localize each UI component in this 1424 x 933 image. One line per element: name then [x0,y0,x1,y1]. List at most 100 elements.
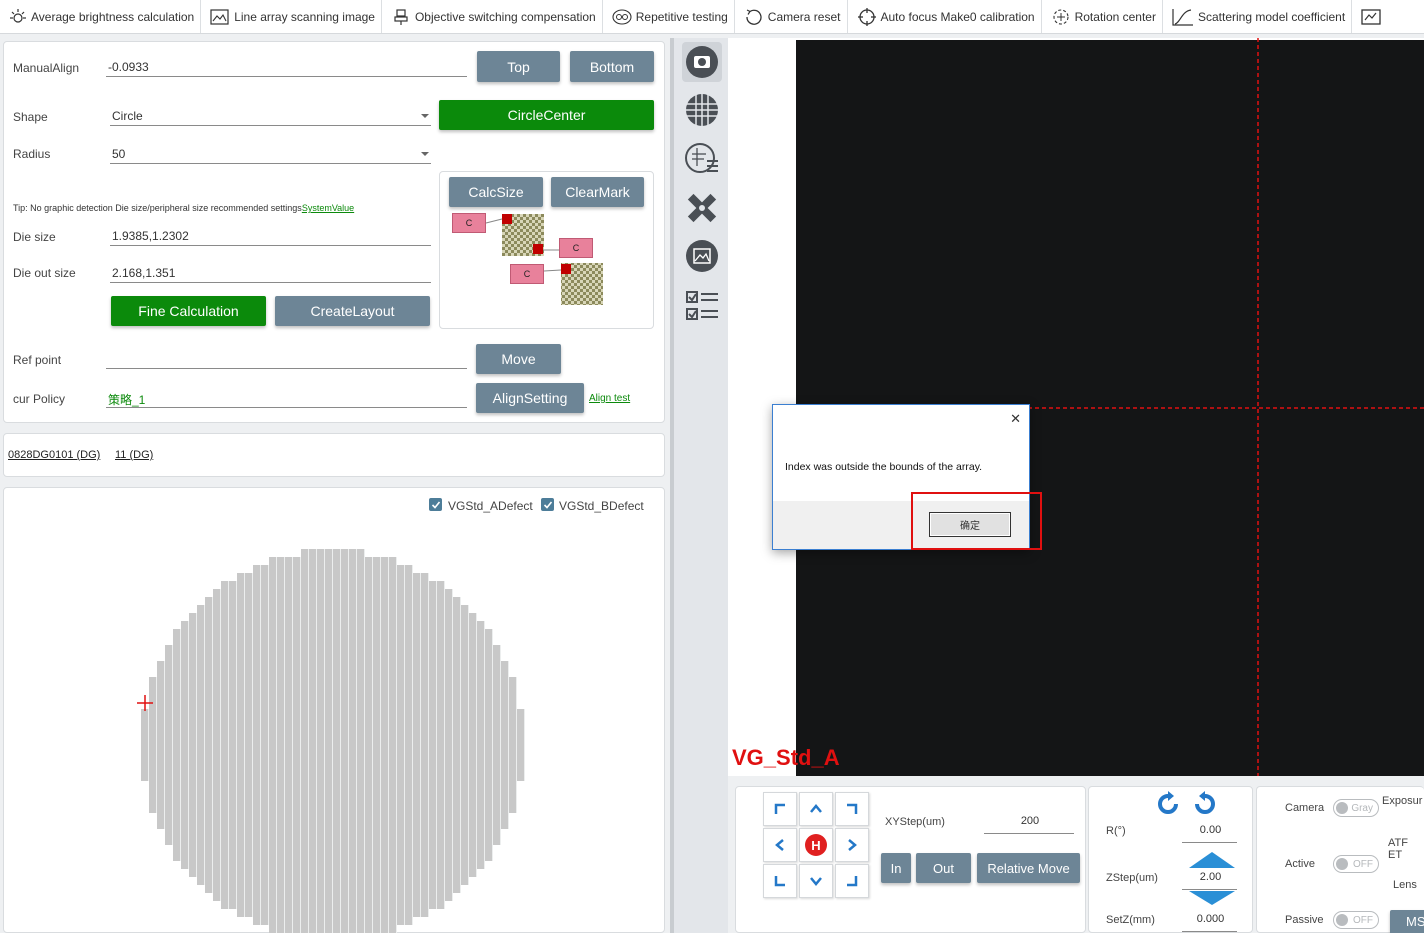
create-layout-button[interactable]: CreateLayout [275,296,430,326]
z-down-arrow-icon[interactable] [1189,891,1235,905]
z-up-arrow-icon[interactable] [1189,852,1235,868]
die-row[interactable] [149,805,517,813]
fine-calculation-button[interactable]: Fine Calculation [111,296,266,326]
relative-move-button[interactable]: Relative Move [977,853,1080,883]
die-row[interactable] [181,621,485,629]
xystep-input[interactable]: 200 [984,812,1074,834]
die-row[interactable] [173,637,493,645]
jog-left[interactable] [763,828,797,862]
die-out-size-input[interactable]: 2.168,1.351 [110,261,431,283]
die-row[interactable] [205,885,461,893]
jog-home[interactable]: H [799,828,833,862]
die-row[interactable] [269,557,397,565]
move-button[interactable]: Move [476,344,561,374]
die-row[interactable] [189,869,477,877]
die-row[interactable] [165,829,501,837]
die-row[interactable] [197,605,469,613]
jog-down[interactable] [799,864,833,898]
die-row[interactable] [149,797,517,805]
die-row[interactable] [141,765,525,773]
toolbar-repetitive-testing[interactable]: Repetitive testing [603,0,735,33]
die-row[interactable] [149,701,517,709]
die-row[interactable] [149,693,517,701]
die-row[interactable] [165,653,501,661]
die-row[interactable] [221,581,445,589]
die-row[interactable] [141,757,525,765]
ms-button[interactable]: MS [1390,910,1424,933]
die-row[interactable] [149,685,517,693]
jog-down-left[interactable] [763,864,797,898]
die-row[interactable] [141,741,525,749]
jog-right[interactable] [835,828,869,862]
cur-policy-input[interactable]: 策略_1 [106,386,467,408]
die-row[interactable] [149,789,517,797]
die-row[interactable] [149,677,517,685]
die-row[interactable] [253,917,413,925]
die-row[interactable] [301,549,365,557]
clear-mark-button[interactable]: ClearMark [551,177,644,207]
grid-tool[interactable] [682,90,722,130]
die-row[interactable] [141,733,525,741]
align-test-link[interactable]: Align test [589,393,630,404]
die-row[interactable] [141,773,525,781]
out-button[interactable]: Out [916,853,971,883]
toolbar-more[interactable] [1352,0,1391,33]
die-row[interactable] [141,709,525,717]
setz-input[interactable]: 0.000 [1182,910,1237,932]
mark-c-2[interactable]: C [559,238,593,258]
die-row[interactable] [141,749,525,757]
recipe-link-1[interactable]: 0828DG0101 (DG) [8,449,100,461]
rotate-ccw-icon[interactable] [1155,791,1181,817]
checkbox-a-defect[interactable] [429,498,442,511]
recipe-link-2[interactable]: 11 (DG) [115,449,153,461]
die-row[interactable] [165,837,501,845]
radius-select[interactable]: 50 [110,142,431,164]
toolbar-rotation-center[interactable]: Rotation center [1042,0,1163,33]
jog-up-right[interactable] [835,792,869,826]
mark-c-1[interactable]: C [452,213,486,233]
jog-up-left[interactable] [763,792,797,826]
die-row[interactable] [149,781,517,789]
die-row[interactable] [157,669,509,677]
toolbar-average-brightness[interactable]: Average brightness calculation [0,0,202,33]
die-row[interactable] [237,909,429,917]
die-row[interactable] [157,661,509,669]
die-row[interactable] [213,589,453,597]
circle-center-button[interactable]: CircleCenter [439,100,654,130]
system-value-link[interactable]: SystemValue [302,203,354,213]
checkbox-b-defect[interactable] [541,498,554,511]
dialog-close-button[interactable]: ✕ [1010,411,1021,427]
toolbar-objective-switching[interactable]: Objective switching compensation [382,0,603,33]
zstep-input[interactable]: 2.00 [1182,868,1237,890]
toolbar-line-array-scanning[interactable]: Line array scanning image [201,0,382,33]
die-size-input[interactable]: 1.9385,1.2302 [110,224,431,246]
calc-size-button[interactable]: CalcSize [449,177,543,207]
die-row[interactable] [141,717,525,725]
ruler-tool[interactable] [682,188,722,228]
die-row[interactable] [221,901,445,909]
wafer-list-tool[interactable] [682,138,722,178]
passive-toggle[interactable]: OFF [1333,911,1379,929]
die-row[interactable] [141,725,525,733]
camera-tool[interactable] [682,42,722,82]
die-row[interactable] [213,893,453,901]
ref-point-input[interactable] [106,347,467,369]
top-button[interactable]: Top [477,51,560,82]
rotate-cw-icon[interactable] [1192,791,1218,817]
in-button[interactable]: In [881,853,911,883]
die-row[interactable] [237,573,429,581]
die-row[interactable] [173,629,493,637]
r-input[interactable]: 0.00 [1182,821,1237,843]
die-row[interactable] [269,925,397,933]
jog-down-right[interactable] [835,864,869,898]
die-row[interactable] [173,853,493,861]
die-row[interactable] [181,861,485,869]
manual-align-input[interactable]: -0.0933 [106,55,467,77]
checklist-tool[interactable] [682,286,722,326]
bottom-button[interactable]: Bottom [570,51,654,82]
die-row[interactable] [205,597,461,605]
jog-up[interactable] [799,792,833,826]
toolbar-camera-reset[interactable]: Camera reset [735,0,848,33]
die-row[interactable] [157,821,509,829]
die-row[interactable] [197,877,469,885]
